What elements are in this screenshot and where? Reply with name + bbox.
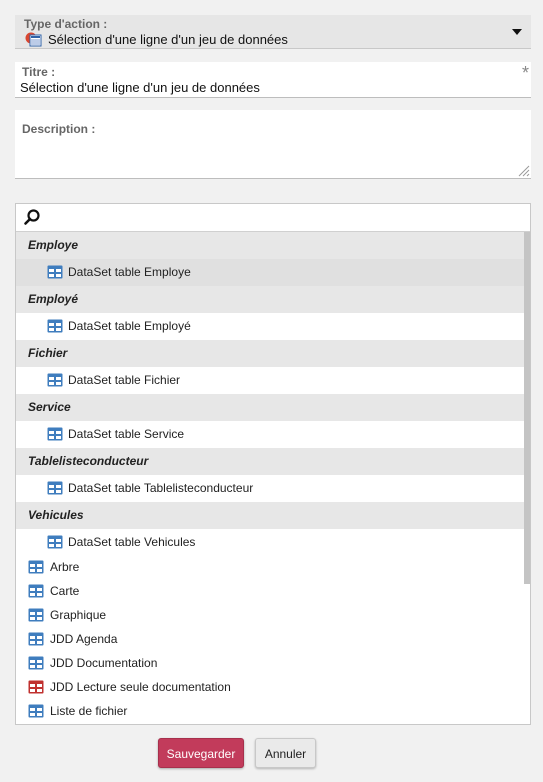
dataset-list: Employe DataSet table Employe Employé DataS… (16, 232, 524, 724)
table-icon (28, 608, 44, 622)
dataset-item[interactable]: DataSet table Service (16, 421, 524, 448)
table-icon (28, 584, 44, 598)
dataset-item[interactable]: JDD Agenda (16, 628, 524, 652)
dataset-item-label: JDD Documentation (50, 656, 158, 670)
search-icon (24, 209, 40, 225)
description-field[interactable]: Description : (15, 110, 531, 179)
dataset-item-label: Liste de fichier (50, 704, 128, 718)
type-action-value: Sélection d'une ligne d'un jeu de donnée… (48, 32, 288, 47)
group-header: Employé (16, 286, 524, 313)
dataset-item-label: DataSet table Service (68, 427, 185, 441)
dataset-item-label: JDD Agenda (50, 632, 118, 646)
required-asterisk: * (521, 63, 529, 83)
resize-handle-icon[interactable] (518, 165, 530, 177)
scrollbar-thumb[interactable] (524, 232, 530, 584)
dataset-item-label: DataSet table Fichier (68, 373, 181, 387)
dataset-item-label: JDD Lecture seule documentation (50, 680, 231, 694)
dataset-item[interactable]: DataSet table Employe (16, 259, 524, 286)
dataset-item[interactable]: DataSet table Fichier (16, 367, 524, 394)
dataset-item[interactable]: DataSet table Tablelisteconducteur (16, 475, 524, 502)
type-action-select[interactable]: Type d'action : Sélection d'une ligne d'… (15, 15, 531, 49)
dataset-item[interactable]: Liste de fichier (16, 700, 524, 724)
titre-input[interactable]: Sélection d'une ligne d'un jeu de donnée… (20, 80, 260, 95)
dataset-item-label: DataSet table Employé (68, 319, 191, 333)
action-buttons: Sauvegarder Annuler (0, 738, 543, 770)
dataset-item-label: Carte (50, 584, 80, 598)
titre-label: Titre : (22, 65, 56, 79)
group-header: Vehicules (16, 502, 524, 529)
table-icon (28, 656, 44, 670)
table-icon (47, 319, 63, 333)
dataset-item[interactable]: DataSet table Employé (16, 313, 524, 340)
dataset-item-label: Graphique (50, 608, 107, 622)
table-icon (47, 373, 63, 387)
table-icon (47, 481, 63, 495)
group-header: Employe (16, 232, 524, 259)
table-icon (47, 535, 63, 549)
search-input[interactable] (16, 204, 530, 232)
dataset-item[interactable]: Carte (16, 580, 524, 604)
titre-field[interactable]: Titre : Sélection d'une ligne d'un jeu d… (15, 62, 531, 98)
table-icon (28, 704, 44, 718)
group-header: Tablelisteconducteur (16, 448, 524, 475)
cancel-button[interactable]: Annuler (255, 738, 316, 768)
table-icon (47, 265, 63, 279)
dataset-select-icon (25, 32, 42, 47)
dataset-item[interactable]: JDD Documentation (16, 652, 524, 676)
table-icon (47, 427, 63, 441)
dataset-item-label: Arbre (50, 560, 80, 574)
group-header: Fichier (16, 340, 524, 367)
dataset-item-label: DataSet table Vehicules (68, 535, 196, 549)
table-icon (28, 680, 44, 694)
dataset-item[interactable]: JDD Lecture seule documentation (16, 676, 524, 700)
table-icon (28, 560, 44, 574)
dataset-item[interactable]: Arbre (16, 556, 524, 580)
description-label: Description : (22, 122, 96, 136)
type-action-label: Type d'action : (24, 17, 108, 31)
dataset-item-label: DataSet table Employe (68, 265, 191, 279)
dataset-picker: * EmployeDataSet table EmployeEmployéDat… (15, 203, 531, 725)
group-header: Service (16, 394, 524, 421)
save-button[interactable]: Sauvegarder (158, 738, 244, 768)
chevron-down-icon[interactable] (512, 29, 522, 35)
dataset-item-label: DataSet table Tablelisteconducteur (68, 481, 254, 495)
table-icon (28, 632, 44, 646)
dataset-item[interactable]: DataSet table Vehicules (16, 529, 524, 556)
dataset-item[interactable]: Graphique (16, 604, 524, 628)
